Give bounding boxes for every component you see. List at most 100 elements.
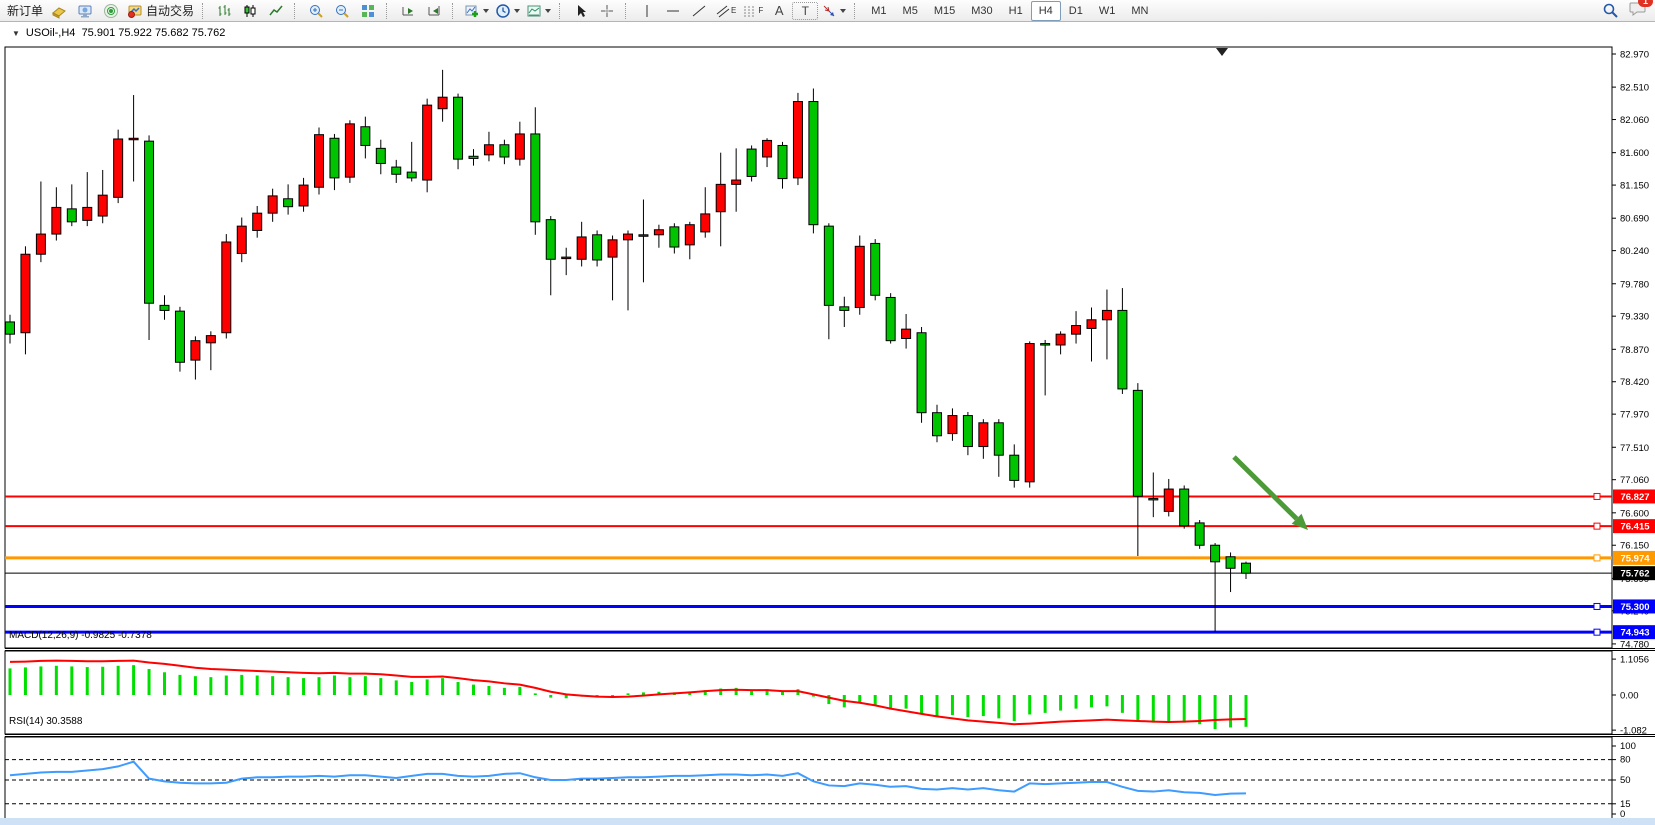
axis-label: 77.510 bbox=[1620, 443, 1649, 454]
candle bbox=[917, 333, 926, 413]
macd-bar bbox=[1028, 695, 1031, 714]
tf-button-M5[interactable]: M5 bbox=[895, 1, 926, 21]
candle bbox=[67, 209, 76, 222]
candle bbox=[855, 246, 864, 307]
toolbar-separator bbox=[854, 3, 859, 19]
candlestick-chart-type-icon[interactable] bbox=[237, 0, 263, 22]
candle bbox=[1041, 344, 1050, 346]
candle bbox=[299, 185, 308, 206]
macd-bar bbox=[225, 676, 228, 695]
zoom-out-icon[interactable] bbox=[329, 0, 355, 22]
axis-label: 82.060 bbox=[1620, 115, 1649, 126]
macd-bar bbox=[426, 679, 429, 695]
crosshair-icon[interactable] bbox=[594, 0, 620, 22]
chart-shift-icon[interactable] bbox=[421, 0, 447, 22]
macd-bar bbox=[781, 692, 784, 695]
chart-canvas[interactable]: 82.97082.51082.06081.60081.15080.69080.2… bbox=[0, 22, 1655, 818]
candle bbox=[392, 167, 401, 174]
dropdown-caret bbox=[483, 9, 489, 13]
terminal-monitor-icon[interactable] bbox=[72, 0, 98, 22]
candle bbox=[685, 225, 694, 245]
new-order-button[interactable]: 新订单 bbox=[4, 0, 46, 22]
line-handle[interactable] bbox=[1594, 603, 1600, 609]
candle bbox=[423, 105, 432, 180]
horizontal-line-tool-icon[interactable] bbox=[660, 0, 686, 22]
trendline-tool-icon[interactable] bbox=[686, 0, 712, 22]
candle bbox=[716, 184, 725, 211]
fibonacci-tool-icon[interactable]: F bbox=[739, 0, 766, 22]
candle bbox=[160, 305, 169, 310]
candle bbox=[253, 213, 262, 230]
candle bbox=[1226, 557, 1235, 569]
periods-button[interactable] bbox=[492, 0, 523, 22]
candle bbox=[871, 243, 880, 295]
macd-bar bbox=[148, 669, 151, 695]
candle bbox=[1180, 489, 1189, 526]
candle bbox=[778, 145, 787, 178]
tf-button-D1[interactable]: D1 bbox=[1061, 1, 1091, 21]
label-tool-icon[interactable]: T bbox=[792, 2, 818, 20]
tf-button-W1[interactable]: W1 bbox=[1091, 1, 1124, 21]
tf-button-H4[interactable]: H4 bbox=[1031, 1, 1061, 21]
zoom-in-icon[interactable] bbox=[303, 0, 329, 22]
tile-windows-icon[interactable] bbox=[355, 0, 381, 22]
candle bbox=[36, 234, 45, 254]
tf-button-MN[interactable]: MN bbox=[1123, 1, 1156, 21]
tf-button-H1[interactable]: H1 bbox=[1001, 1, 1031, 21]
bar-chart-type-icon[interactable] bbox=[211, 0, 237, 22]
fibo-letter: F bbox=[758, 6, 763, 15]
macd-bar bbox=[1198, 695, 1201, 724]
line-handle[interactable] bbox=[1594, 629, 1600, 635]
macd-bar bbox=[101, 667, 104, 695]
axis-label: 78.420 bbox=[1620, 377, 1649, 388]
vertical-line-tool-icon[interactable] bbox=[634, 0, 660, 22]
channel-tool-icon[interactable]: E bbox=[712, 0, 739, 22]
tf-button-M30[interactable]: M30 bbox=[963, 1, 1000, 21]
candle bbox=[577, 237, 586, 259]
cursor-icon[interactable] bbox=[568, 0, 594, 22]
line-handle[interactable] bbox=[1594, 523, 1600, 529]
add-indicator-button[interactable] bbox=[461, 0, 492, 22]
axis-label: 78.870 bbox=[1620, 345, 1649, 356]
macd-bar bbox=[1059, 695, 1062, 711]
macd-bar bbox=[1229, 695, 1232, 727]
label-tool-letter: T bbox=[802, 4, 809, 18]
templates-button[interactable] bbox=[523, 0, 554, 22]
axis-label: 100 bbox=[1620, 741, 1636, 752]
signal-icon[interactable] bbox=[98, 0, 124, 22]
chat-button[interactable]: 1 bbox=[1629, 0, 1647, 21]
axis-label: 76.827 bbox=[1620, 492, 1649, 503]
macd-bar bbox=[178, 675, 181, 695]
candle bbox=[484, 145, 493, 155]
candle bbox=[6, 322, 15, 334]
chat-badge: 1 bbox=[1638, 0, 1653, 7]
macd-bar bbox=[1075, 695, 1078, 709]
gold-bar-icon[interactable] bbox=[46, 0, 72, 22]
candle bbox=[886, 297, 895, 340]
tf-button-M1[interactable]: M1 bbox=[863, 1, 894, 21]
chart-window[interactable]: 82.97082.51082.06081.60081.15080.69080.2… bbox=[0, 22, 1655, 818]
line-handle[interactable] bbox=[1594, 555, 1600, 561]
text-tool-icon[interactable]: A bbox=[766, 0, 792, 22]
macd-bar bbox=[997, 695, 1000, 718]
candle bbox=[732, 180, 741, 184]
axis-label: 74.780 bbox=[1620, 639, 1649, 650]
auto-trading-button[interactable]: 自动交易 bbox=[124, 0, 197, 22]
new-order-label: 新订单 bbox=[7, 2, 43, 19]
candle bbox=[83, 207, 92, 220]
tf-button-M15[interactable]: M15 bbox=[926, 1, 963, 21]
axis-label: 80.240 bbox=[1620, 246, 1649, 257]
axis-label: 80 bbox=[1620, 755, 1631, 766]
line-handle[interactable] bbox=[1594, 493, 1600, 499]
search-icon[interactable] bbox=[1597, 0, 1623, 22]
candle bbox=[531, 134, 540, 222]
line-chart-type-icon[interactable] bbox=[263, 0, 289, 22]
macd-bar bbox=[1013, 695, 1016, 721]
arrows-tool-icon bbox=[821, 3, 837, 19]
auto-scroll-icon[interactable] bbox=[395, 0, 421, 22]
macd-bar bbox=[1090, 695, 1093, 707]
macd-bar bbox=[302, 678, 305, 695]
arrows-tool-button[interactable] bbox=[818, 0, 849, 22]
candle bbox=[624, 234, 633, 240]
dropdown-caret bbox=[514, 9, 520, 13]
